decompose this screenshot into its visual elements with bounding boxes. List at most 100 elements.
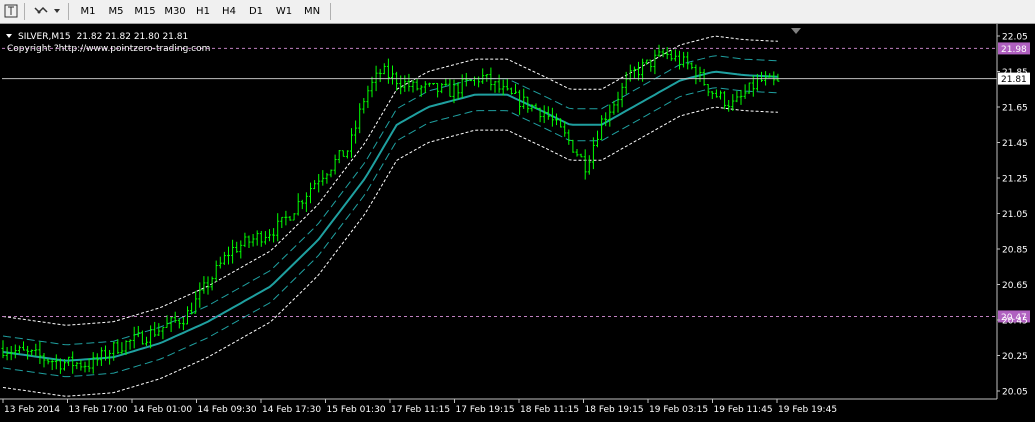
ohlc-label: 21.82 21.82 21.80 21.81 <box>77 32 189 42</box>
price-bar <box>649 59 653 72</box>
midline <box>2 70 778 362</box>
price-bars <box>1 44 780 374</box>
symbol-label: SILVER,M15 <box>18 32 71 42</box>
price-bar <box>395 71 399 91</box>
price-bar <box>407 73 411 92</box>
y-tick-label: 22.05 <box>1002 33 1028 43</box>
price-bar <box>280 216 284 229</box>
price-chart[interactable]: 21.9820.4721.81 22.0521.8521.6521.4521.2… <box>0 24 1035 418</box>
price-bar <box>276 213 280 242</box>
price-bar <box>268 229 271 242</box>
timeframe-mn-button[interactable]: MN <box>298 2 326 21</box>
price-bar <box>673 49 677 62</box>
price-bar <box>235 241 239 253</box>
shift-marker-icon[interactable] <box>791 28 801 34</box>
price-bar <box>333 154 337 175</box>
price-bar <box>714 89 718 98</box>
timeframe-h4-button[interactable]: H4 <box>216 2 242 21</box>
price-bar <box>460 74 464 99</box>
line-tools-icon[interactable] <box>30 2 52 21</box>
price-bar <box>202 276 206 294</box>
price-bar <box>259 230 263 247</box>
price-bar <box>448 78 452 97</box>
x-tick-label: 19 Feb 03:15 <box>649 405 708 415</box>
price-bar <box>440 83 444 94</box>
x-tick-label: 14 Feb 09:30 <box>198 405 257 415</box>
price-bar <box>509 87 513 95</box>
y-tick-label: 20.45 <box>1002 317 1028 327</box>
price-bar <box>128 339 132 350</box>
price-bar <box>411 79 415 93</box>
price-bar <box>120 342 124 355</box>
timeframe-m15-button[interactable]: M15 <box>130 2 160 21</box>
x-tick-label: 14 Feb 01:00 <box>133 405 192 415</box>
price-bar <box>255 230 259 246</box>
price-bar <box>42 352 46 368</box>
price-bar <box>657 44 661 58</box>
price-bar <box>54 354 58 370</box>
timeframe-d1-button[interactable]: D1 <box>242 2 270 21</box>
x-tick-label: 19 Feb 11:45 <box>714 405 773 415</box>
price-bar <box>710 91 714 100</box>
timeframe-w1-button[interactable]: W1 <box>270 2 298 21</box>
price-bar <box>177 318 181 329</box>
price-bar <box>637 61 640 81</box>
price-bar <box>46 358 50 365</box>
timeframe-m30-button[interactable]: M30 <box>160 2 190 21</box>
copyright-label: Copyright ?http://www.pointzero-trading.… <box>7 44 210 54</box>
price-bar <box>706 84 710 97</box>
price-bar <box>83 361 87 373</box>
price-bar <box>87 358 91 373</box>
price-bar <box>227 246 230 265</box>
timeframe-m5-button[interactable]: M5 <box>102 2 130 21</box>
timeframe-h1-button[interactable]: H1 <box>190 2 216 21</box>
price-bar <box>690 62 694 70</box>
price-bar <box>222 251 226 265</box>
y-tick-label: 21.85 <box>1002 68 1028 78</box>
price-bar <box>341 150 345 157</box>
y-tick-label: 21.05 <box>1002 210 1028 220</box>
price-bar <box>423 81 427 94</box>
price-bar <box>575 149 579 157</box>
price-bar <box>518 89 522 115</box>
chevron-down-icon[interactable] <box>6 34 12 38</box>
price-bar <box>186 306 189 325</box>
price-bar <box>743 84 747 99</box>
price-bar <box>116 339 120 354</box>
x-tick-label: 15 Feb 01:30 <box>327 405 386 415</box>
y-tick-label: 20.65 <box>1002 281 1028 291</box>
price-bar <box>542 105 546 124</box>
price-bar <box>263 231 267 245</box>
y-tick-label: 20.05 <box>1002 388 1028 398</box>
y-tick-label: 20.85 <box>1002 246 1028 256</box>
price-bar <box>571 139 575 153</box>
timeframe-m1-button[interactable]: M1 <box>74 2 102 21</box>
price-bar <box>555 113 558 126</box>
price-bar <box>591 137 595 170</box>
price-bar <box>579 153 583 158</box>
time-axis: 13 Feb 2014 13 Feb 17:00 14 Feb 01:00 14 Fe… <box>2 399 837 415</box>
price-bar <box>436 82 440 98</box>
price-bar <box>214 260 218 282</box>
price-bar <box>13 344 17 359</box>
price-bar <box>243 232 247 248</box>
price-bar <box>300 199 304 210</box>
price-bar <box>165 315 169 328</box>
x-tick-label: 19 Feb 19:45 <box>778 405 837 415</box>
price-bar <box>493 80 497 93</box>
price-bar <box>288 216 292 221</box>
chart-area[interactable]: 21.98 20.47 21.81 22.05 21.85 21.65 21.45 21.2… <box>0 24 1035 418</box>
price-bar <box>464 72 468 87</box>
price-bar <box>719 90 722 100</box>
price-bar <box>354 120 358 144</box>
price-bar <box>231 239 235 264</box>
price-bar <box>272 228 276 243</box>
price-bar <box>678 50 681 70</box>
cursor-icon[interactable] <box>2 2 20 21</box>
x-tick-label: 17 Feb 11:15 <box>391 405 450 415</box>
price-bar <box>239 240 243 259</box>
price-bar <box>309 182 312 204</box>
price-bar <box>645 59 649 65</box>
chevron-down-icon[interactable] <box>52 2 62 21</box>
price-bar <box>79 360 83 371</box>
